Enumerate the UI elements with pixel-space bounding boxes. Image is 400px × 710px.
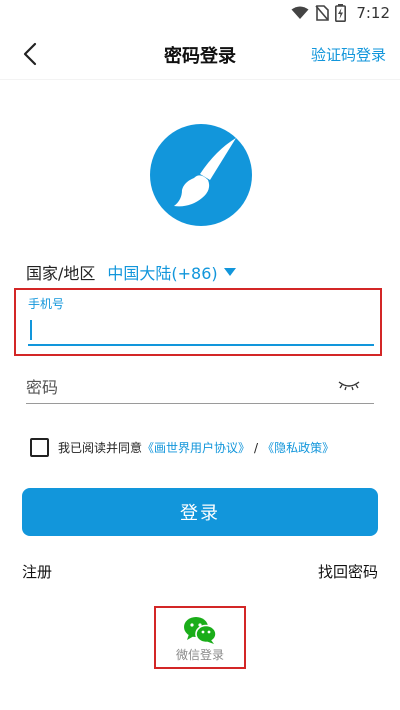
battery-charging-icon bbox=[335, 4, 347, 22]
text-cursor bbox=[30, 320, 32, 340]
phone-underline bbox=[28, 344, 374, 346]
wechat-login-highlight: 微信登录 bbox=[154, 606, 246, 669]
no-sim-icon bbox=[315, 5, 330, 21]
agreement-separator: / bbox=[254, 440, 259, 455]
status-icons: 7:12 bbox=[291, 4, 390, 22]
verification-code-login-link[interactable]: 验证码登录 bbox=[311, 44, 386, 65]
eye-closed-icon[interactable] bbox=[338, 378, 360, 394]
country-value: 中国大陆(+86) bbox=[107, 264, 218, 283]
agreement-prefix: 我已阅读并同意 bbox=[58, 441, 143, 455]
password-field bbox=[26, 372, 374, 404]
forgot-password-link[interactable]: 找回密码 bbox=[318, 561, 378, 582]
wechat-login-button[interactable]: 微信登录 bbox=[156, 608, 244, 667]
user-agreement-link[interactable]: 《画世界用户协议》 bbox=[142, 439, 250, 456]
paintbrush-icon bbox=[174, 138, 236, 207]
register-link[interactable]: 注册 bbox=[22, 561, 52, 582]
country-selector[interactable]: 中国大陆(+86) bbox=[107, 260, 236, 284]
caret-down-icon bbox=[223, 268, 236, 276]
login-button[interactable]: 登录 bbox=[22, 488, 378, 536]
password-input[interactable] bbox=[26, 374, 326, 400]
country-row: 国家/地区 中国大陆(+86) bbox=[26, 260, 236, 284]
wechat-login-label: 微信登录 bbox=[175, 648, 224, 662]
agreement-checkbox[interactable] bbox=[30, 438, 49, 457]
phone-label: 手机号 bbox=[28, 297, 65, 311]
header: 密码登录 验证码登录 bbox=[0, 28, 400, 80]
status-time: 7:12 bbox=[356, 4, 390, 22]
wechat-icon bbox=[184, 617, 217, 644]
app-logo bbox=[150, 124, 252, 226]
phone-input[interactable] bbox=[28, 316, 374, 342]
agreement-row: 我已阅读并同意 《画世界用户协议》 / 《隐私政策》 bbox=[30, 438, 334, 457]
phone-field-highlight: 手机号 bbox=[14, 288, 382, 356]
country-label: 国家/地区 bbox=[26, 264, 96, 283]
status-bar: 7:12 bbox=[0, 0, 400, 28]
wifi-icon bbox=[291, 6, 309, 19]
privacy-policy-link[interactable]: 《隐私政策》 bbox=[262, 439, 334, 456]
